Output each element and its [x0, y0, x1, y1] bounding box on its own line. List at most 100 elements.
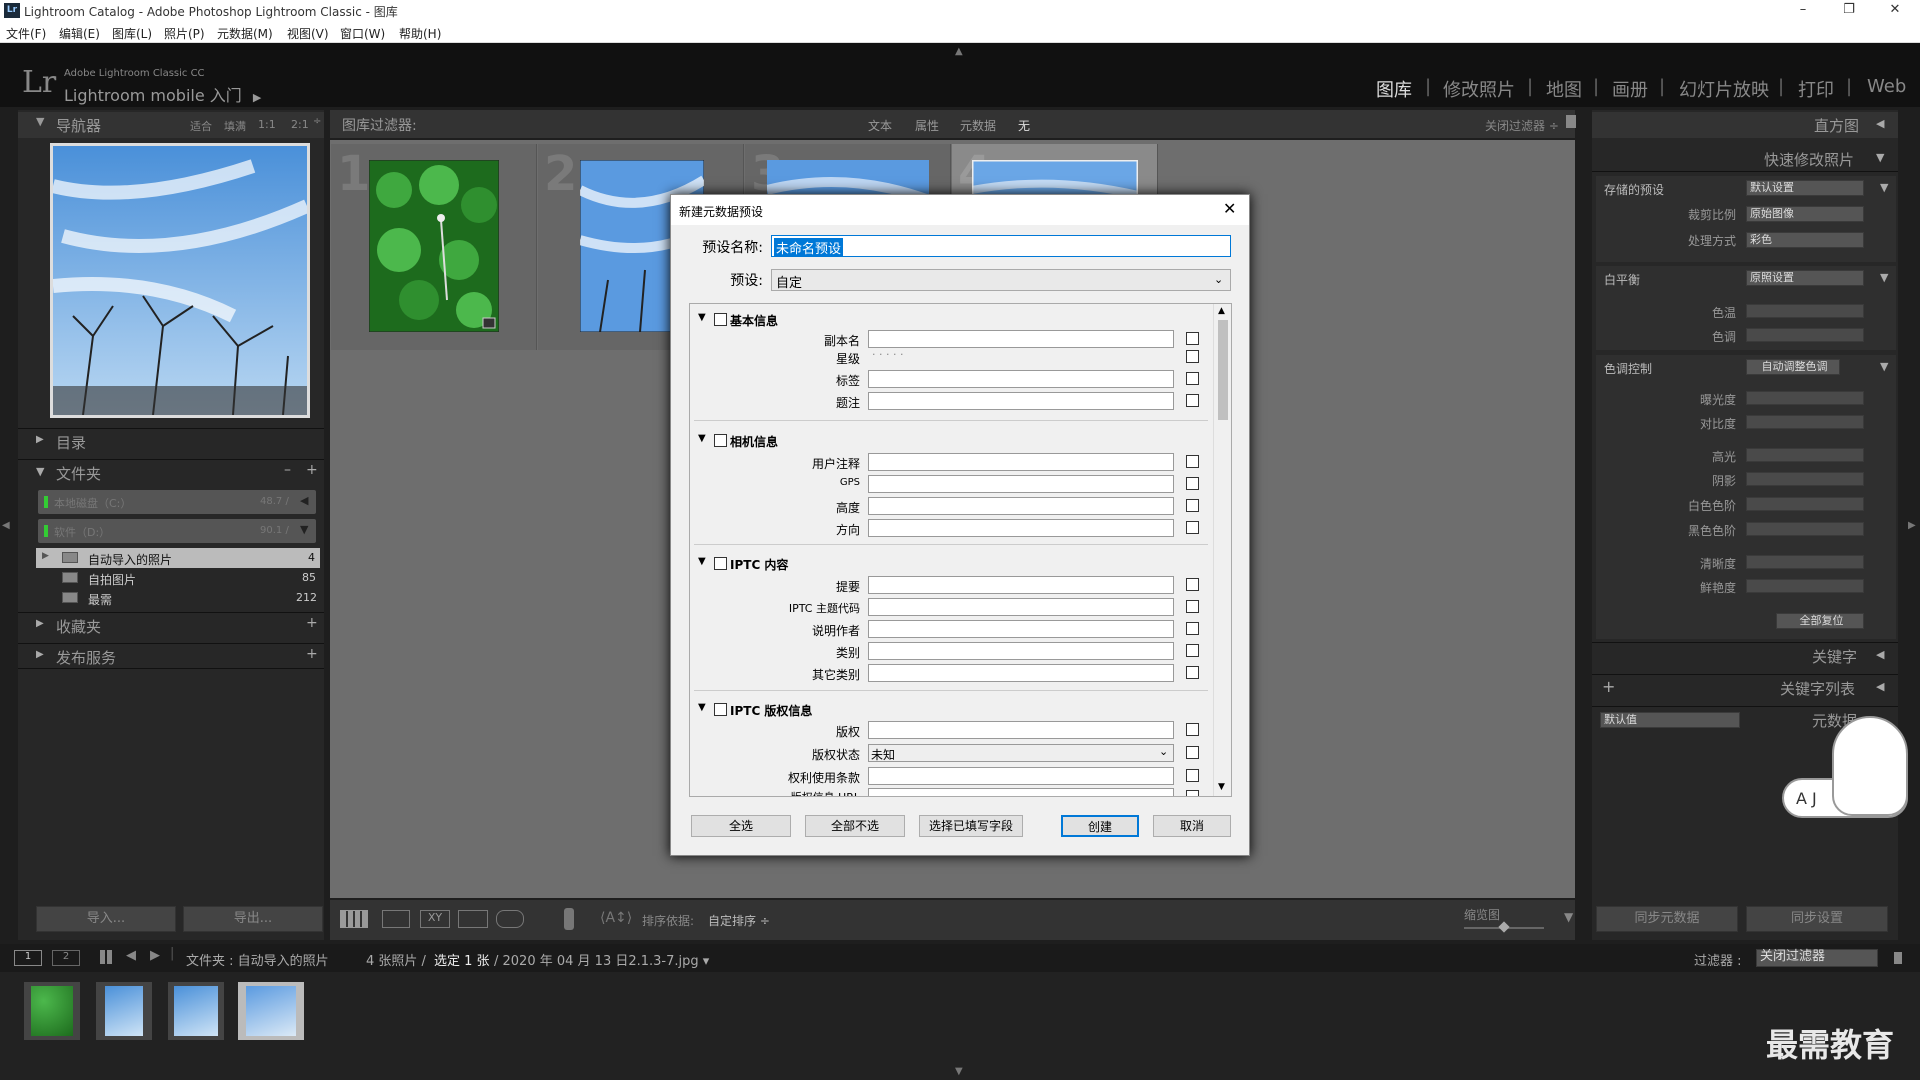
back-arrow-icon[interactable]: ◀: [126, 948, 136, 963]
module-map[interactable]: 地图: [1546, 76, 1582, 102]
right-panel-toggle-icon[interactable]: ▶: [1908, 520, 1916, 531]
mobile-link[interactable]: Lightroom mobile 入门 ▶: [64, 82, 261, 106]
collapse-triangle-icon[interactable]: ▼: [698, 312, 706, 323]
vertical-scrollbar[interactable]: ▲ ▼: [1213, 304, 1231, 796]
category-input[interactable]: [868, 642, 1174, 660]
folder-auto-import[interactable]: ▶ 自动导入的照片 4: [36, 548, 320, 568]
field-checkbox[interactable]: [1186, 455, 1199, 468]
left-panel-toggle-icon[interactable]: ◀: [2, 520, 10, 531]
menu-photo[interactable]: 照片(P): [164, 25, 205, 42]
current-file[interactable]: / 2020 年 04 月 13 日2.1.3-7.jpg ▾: [494, 950, 709, 969]
main-window-button[interactable]: 1: [14, 950, 42, 966]
select-filled-button[interactable]: 选择已填写字段: [919, 815, 1023, 837]
filter-tab-metadata[interactable]: 元数据: [960, 117, 996, 134]
secondary-window-button[interactable]: 2: [52, 950, 80, 966]
collapse-triangle-icon[interactable]: ▼: [1880, 271, 1888, 284]
rating-stars[interactable]: · · · · ·: [872, 348, 903, 361]
group-checkbox[interactable]: [714, 703, 727, 716]
create-button[interactable]: 创建: [1061, 815, 1139, 837]
field-checkbox[interactable]: [1186, 521, 1199, 534]
description-writer-input[interactable]: [868, 620, 1174, 638]
module-library[interactable]: 图库: [1376, 76, 1412, 102]
module-web[interactable]: Web: [1867, 76, 1906, 97]
shadows-stepper[interactable]: [1746, 472, 1864, 486]
temperature-stepper[interactable]: [1746, 304, 1864, 318]
menu-edit[interactable]: 编辑(E): [59, 25, 100, 42]
copyright-url-input[interactable]: [868, 788, 1174, 796]
keyword-list-header[interactable]: + 关键字列表 ◀: [1592, 674, 1898, 700]
group-checkbox[interactable]: [714, 313, 727, 326]
slider-thumb[interactable]: [1498, 921, 1510, 933]
export-button[interactable]: 导出...: [183, 906, 323, 932]
module-print[interactable]: 打印: [1798, 76, 1834, 102]
loupe-view-icon[interactable]: [382, 910, 410, 928]
collapse-triangle-icon[interactable]: ▼: [698, 702, 706, 713]
forward-arrow-icon[interactable]: ▶: [150, 948, 160, 963]
field-checkbox[interactable]: [1186, 666, 1199, 679]
field-checkbox[interactable]: [1186, 600, 1199, 613]
saved-preset-select[interactable]: 默认设置: [1746, 180, 1864, 196]
contrast-stepper[interactable]: [1746, 415, 1864, 429]
add-collection-icon[interactable]: +: [306, 615, 318, 631]
filmstrip-thumb[interactable]: [24, 982, 80, 1040]
field-checkbox[interactable]: [1186, 622, 1199, 635]
folders-section[interactable]: ▼ 文件夹 – +: [18, 459, 324, 485]
compare-view-icon[interactable]: XY: [420, 910, 450, 928]
filter-tab-none[interactable]: 无: [1018, 117, 1030, 134]
select-none-button[interactable]: 全部不选: [805, 815, 905, 837]
lock-icon[interactable]: [1566, 115, 1576, 128]
sort-direction-icon[interactable]: ⟨A↕⟩: [600, 910, 632, 926]
add-keyword-icon[interactable]: +: [1602, 677, 1615, 696]
add-folder-icon[interactable]: +: [306, 462, 318, 478]
grid-cell-1[interactable]: 1: [331, 144, 537, 350]
sync-settings-button[interactable]: 同步设置: [1746, 906, 1888, 932]
preset-select[interactable]: 自定 ⌄: [771, 269, 1231, 291]
minimize-button[interactable]: –: [1780, 0, 1826, 22]
quick-develop-header[interactable]: 快速修改照片 ▼: [1592, 146, 1898, 172]
scroll-up-icon[interactable]: ▲: [1218, 306, 1225, 316]
volume-expand-icon[interactable]: ▼: [300, 523, 308, 536]
bottom-panel-toggle-icon[interactable]: ▼: [955, 1066, 963, 1077]
zoom-stepper-icon[interactable]: ÷: [313, 116, 321, 127]
select-all-button[interactable]: 全选: [691, 815, 791, 837]
close-window-button[interactable]: ✕: [1872, 0, 1918, 22]
menu-help[interactable]: 帮助(H): [399, 25, 441, 42]
sort-dropdown[interactable]: 自定排序 ÷: [708, 912, 770, 929]
module-book[interactable]: 画册: [1612, 76, 1648, 102]
sync-metadata-button[interactable]: 同步元数据: [1596, 906, 1738, 932]
filter-tab-attribute[interactable]: 属性: [915, 117, 939, 134]
module-develop[interactable]: 修改照片: [1443, 76, 1515, 102]
histogram-header[interactable]: 直方图 ◀: [1592, 112, 1898, 138]
volume-d[interactable]: 软件（D:） 90.1 / ▼: [38, 519, 316, 543]
copyright-input[interactable]: [868, 721, 1174, 739]
grid-view-icon[interactable]: [340, 910, 368, 928]
field-checkbox[interactable]: [1186, 350, 1199, 363]
import-button[interactable]: 导入...: [36, 906, 176, 932]
gps-input[interactable]: [868, 475, 1174, 493]
treatment-select[interactable]: 彩色: [1746, 232, 1864, 248]
caption-input[interactable]: [868, 392, 1174, 410]
scroll-thumb[interactable]: [1218, 320, 1228, 420]
collapse-triangle-icon[interactable]: ▼: [1880, 360, 1888, 373]
label-input[interactable]: [868, 370, 1174, 388]
grid-icon[interactable]: [100, 950, 114, 964]
menu-window[interactable]: 窗口(W): [340, 25, 385, 42]
rights-usage-terms-input[interactable]: [868, 767, 1174, 785]
reset-all-button[interactable]: 全部复位: [1776, 613, 1864, 629]
collapse-triangle-icon[interactable]: ▼: [1880, 181, 1888, 194]
field-checkbox[interactable]: [1186, 746, 1199, 759]
exposure-stepper[interactable]: [1746, 391, 1864, 405]
painter-icon[interactable]: [564, 908, 574, 930]
menu-file[interactable]: 文件(F): [6, 25, 46, 42]
survey-view-icon[interactable]: [458, 910, 488, 928]
top-panel-toggle-icon[interactable]: ▲: [955, 46, 963, 57]
zoom-fill[interactable]: 填满: [224, 118, 246, 134]
field-checkbox[interactable]: [1186, 769, 1199, 782]
filmstrip-thumb-selected[interactable]: [238, 982, 304, 1040]
menu-view[interactable]: 视图(V): [287, 25, 329, 42]
menu-metadata[interactable]: 元数据(M): [217, 25, 273, 42]
field-checkbox[interactable]: [1186, 477, 1199, 490]
altitude-input[interactable]: [868, 497, 1174, 515]
field-checkbox[interactable]: [1186, 372, 1199, 385]
remove-folder-icon[interactable]: –: [284, 462, 291, 478]
